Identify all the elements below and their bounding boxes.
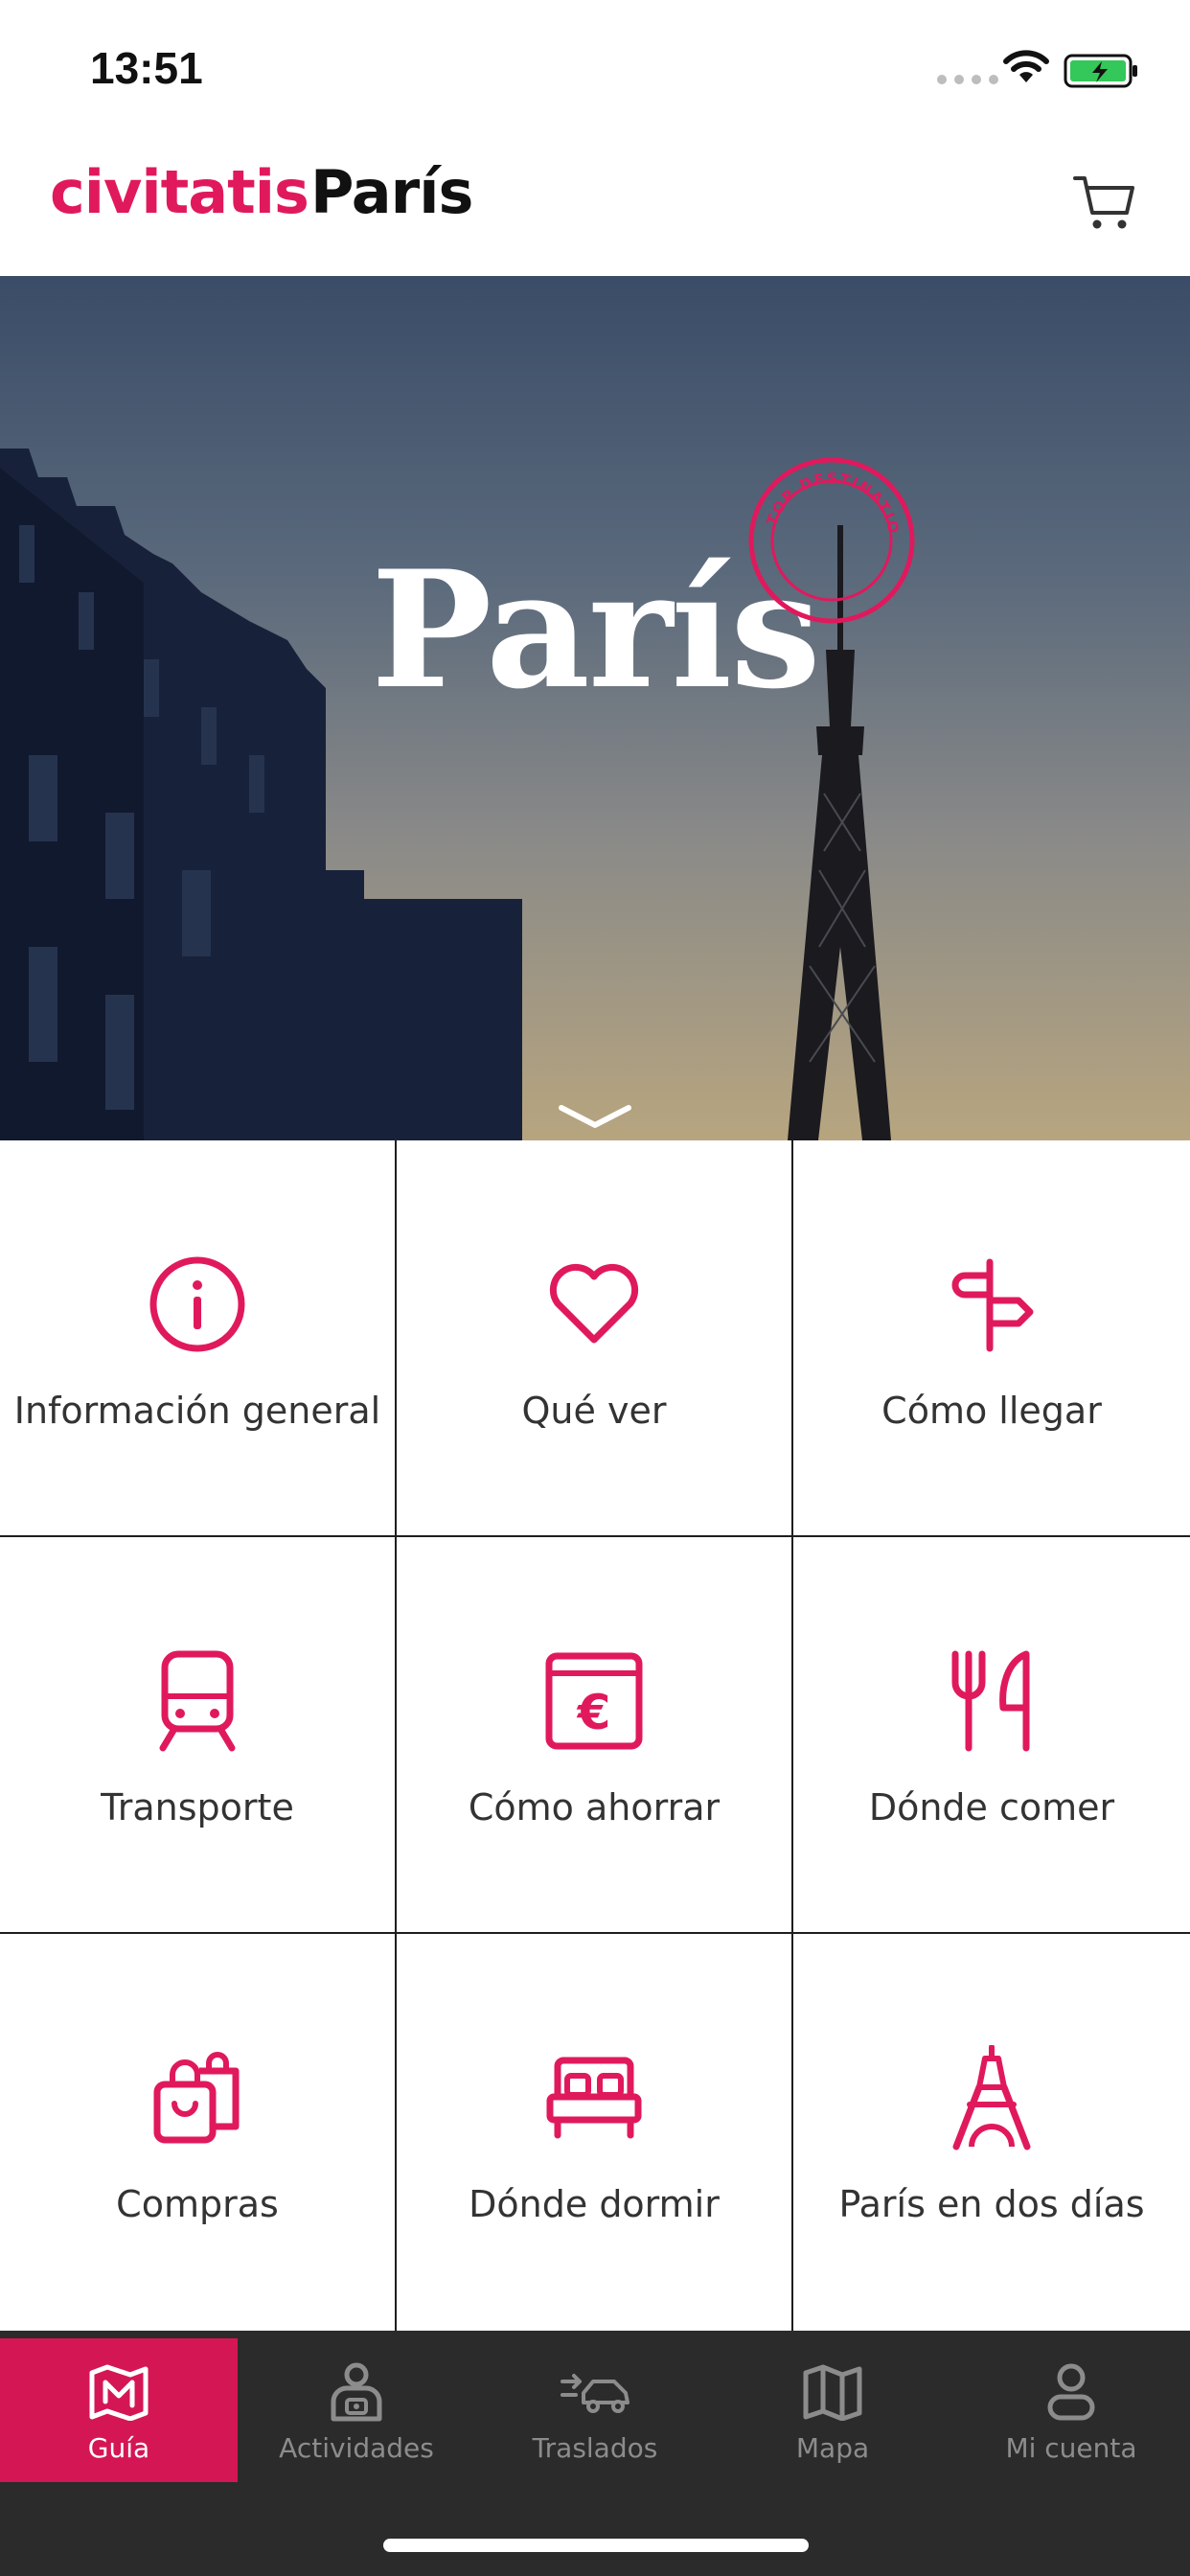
grid-item-compras[interactable]: Compras [0, 1934, 395, 2331]
battery-charging-icon [1064, 54, 1137, 88]
grid-item-donde-dormir[interactable]: Dónde dormir [397, 1934, 791, 2331]
wifi-icon [1003, 50, 1049, 82]
heart-icon [541, 1252, 647, 1357]
tab-label: Actividades [279, 2432, 434, 2464]
eiffel-tower-icon [939, 2045, 1044, 2150]
brand-logo[interactable]: civitatis [50, 157, 309, 227]
tab-label: Mapa [795, 2432, 870, 2464]
hero-title: París [371, 535, 821, 724]
grid-item-paris-en-dos-dias[interactable]: París en dos días [793, 1934, 1190, 2331]
svg-text:€: € [577, 1685, 611, 1740]
grid-item-label: Compras [116, 2183, 279, 2225]
fork-knife-icon [939, 1648, 1044, 1754]
guide-menu-grid: Información general Qué ver Cómo llegar [0, 1140, 1190, 2331]
chevron-down-icon[interactable] [558, 1102, 632, 1131]
train-icon [145, 1648, 250, 1754]
grid-item-informacion-general[interactable]: Información general [0, 1140, 395, 1535]
grid-item-label: París en dos días [838, 2183, 1145, 2225]
hero-banner: París TOP DESTINATION [0, 276, 1190, 1140]
tab-mapa[interactable]: Mapa [714, 2338, 951, 2482]
cellular-signal-icon [937, 75, 998, 84]
tab-actividades[interactable]: Actividades [238, 2338, 475, 2482]
map-icon [802, 2358, 863, 2426]
wallet-euro-icon: € [541, 1648, 647, 1754]
top-destination-badge: TOP DESTINATION [745, 454, 915, 624]
tab-mi-cuenta[interactable]: Mi cuenta [952, 2338, 1190, 2482]
tab-guia[interactable]: Guía [0, 2338, 238, 2482]
cart-icon [1073, 176, 1134, 229]
status-time: 13:51 [90, 43, 203, 93]
app-header: civitatis París [0, 134, 1190, 276]
info-icon [145, 1252, 250, 1357]
user-icon [1046, 2358, 1096, 2426]
bottom-tab-bar: Guía Actividades Traslados Mapa Mi cuent… [0, 2331, 1190, 2576]
home-indicator[interactable] [383, 2539, 809, 2552]
tab-label: Guía [87, 2432, 150, 2464]
cart-button[interactable] [1071, 169, 1138, 236]
person-activity-icon [328, 2358, 385, 2426]
grid-item-label: Dónde comer [868, 1786, 1115, 1828]
grid-item-label: Transporte [101, 1786, 294, 1828]
tab-label: Mi cuenta [1005, 2432, 1137, 2464]
status-bar: 13:51 [0, 0, 1190, 134]
grid-item-label: Información general [13, 1390, 381, 1432]
shopping-bags-icon [145, 2045, 250, 2150]
map-guide-icon [88, 2358, 149, 2426]
grid-item-que-ver[interactable]: Qué ver [397, 1140, 791, 1535]
grid-item-como-ahorrar[interactable]: € Cómo ahorrar [397, 1537, 791, 1932]
signpost-icon [939, 1252, 1044, 1357]
grid-item-label: Cómo ahorrar [468, 1786, 721, 1828]
car-transfer-icon [559, 2358, 631, 2426]
bed-icon [541, 2045, 647, 2150]
page-title: París [310, 157, 473, 227]
tab-label: Traslados [532, 2432, 658, 2464]
grid-item-label: Qué ver [521, 1390, 667, 1432]
grid-item-donde-comer[interactable]: Dónde comer [793, 1537, 1190, 1932]
grid-item-como-llegar[interactable]: Cómo llegar [793, 1140, 1190, 1535]
tab-traslados[interactable]: Traslados [476, 2338, 714, 2482]
grid-item-label: Dónde dormir [469, 2183, 720, 2225]
grid-item-label: Cómo llegar [881, 1390, 1102, 1432]
svg-text:TOP DESTINATION: TOP DESTINATION [745, 454, 903, 537]
grid-item-transporte[interactable]: Transporte [0, 1537, 395, 1932]
